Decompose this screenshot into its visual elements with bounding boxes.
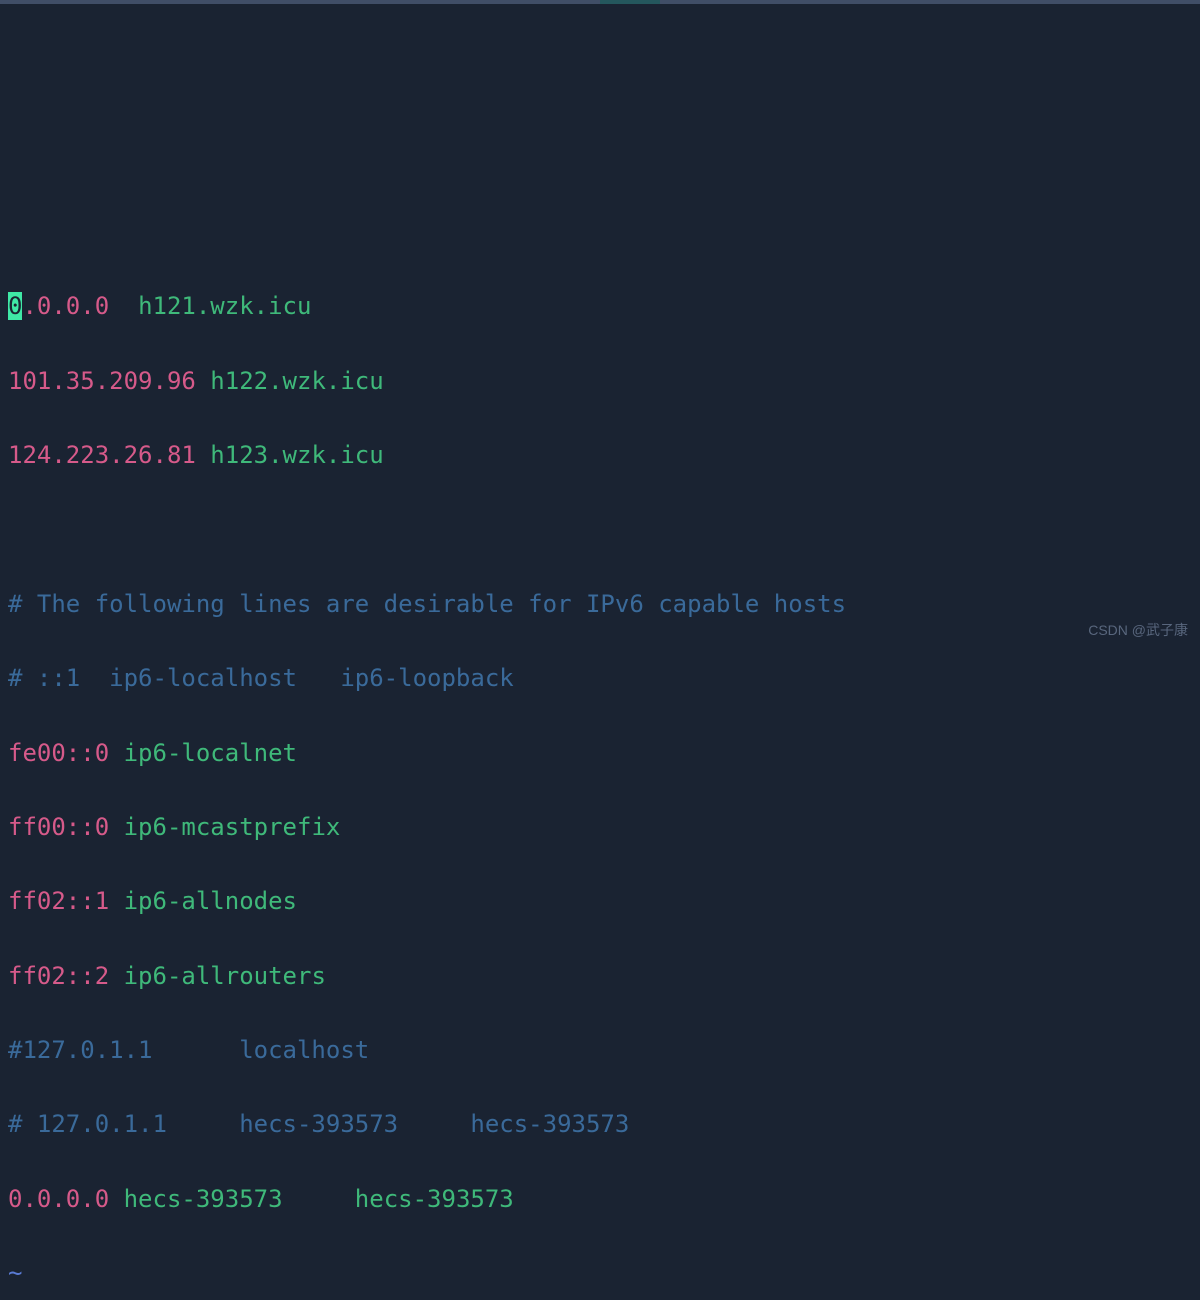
hostname: hecs-393573 hecs-393573 xyxy=(124,1185,514,1213)
hosts-line[interactable]: 0.0.0.0 hecs-393573 hecs-393573 xyxy=(8,1181,1192,1218)
comment-text: # 127.0.1.1 hecs-393573 hecs-393573 xyxy=(8,1110,629,1138)
window-title-bar xyxy=(0,0,1200,4)
hostname: ip6-allrouters xyxy=(124,962,326,990)
hosts-line[interactable]: 124.223.26.81 h123.wzk.icu xyxy=(8,437,1192,474)
comment-text: # The following lines are desirable for … xyxy=(8,590,846,618)
comment-line[interactable]: #127.0.1.1 localhost xyxy=(8,1032,1192,1069)
ip-address: 0.0.0.0 xyxy=(8,1185,109,1213)
editor-area[interactable]: 0.0.0.0 h121.wzk.icu 101.35.209.96 h122.… xyxy=(8,251,1192,1300)
hosts-line[interactable]: ff02::2 ip6-allrouters xyxy=(8,958,1192,995)
empty-line-tilde: ~ xyxy=(8,1255,1192,1292)
ip-address: ff02::1 xyxy=(8,887,109,915)
hosts-line[interactable]: 101.35.209.96 h122.wzk.icu xyxy=(8,363,1192,400)
hostname: ip6-allnodes xyxy=(124,887,297,915)
tilde-icon: ~ xyxy=(8,1259,22,1287)
comment-text: # ::1 ip6-localhost ip6-loopback xyxy=(8,664,514,692)
hosts-line[interactable]: ff02::1 ip6-allnodes xyxy=(8,883,1192,920)
ip-address: 101.35.209.96 xyxy=(8,367,196,395)
hostname: h123.wzk.icu xyxy=(210,441,383,469)
hosts-line[interactable]: 0.0.0.0 h121.wzk.icu xyxy=(8,288,1192,325)
watermark-text: CSDN @武子康 xyxy=(1088,620,1188,642)
hosts-line[interactable]: fe00::0 ip6-localnet xyxy=(8,735,1192,772)
ip-address: ff02::2 xyxy=(8,962,109,990)
cursor-block: 0 xyxy=(8,292,22,320)
blank-line[interactable] xyxy=(8,511,1192,548)
ip-address: fe00::0 xyxy=(8,739,109,767)
comment-text: #127.0.1.1 localhost xyxy=(8,1036,369,1064)
hostname: h121.wzk.icu xyxy=(138,292,311,320)
comment-line[interactable]: # The following lines are desirable for … xyxy=(8,586,1192,623)
comment-line[interactable]: # 127.0.1.1 hecs-393573 hecs-393573 xyxy=(8,1106,1192,1143)
ip-address: ff00::0 xyxy=(8,813,109,841)
comment-line[interactable]: # ::1 ip6-localhost ip6-loopback xyxy=(8,660,1192,697)
hosts-line[interactable]: ff00::0 ip6-mcastprefix xyxy=(8,809,1192,846)
ip-address: .0.0.0 xyxy=(22,292,109,320)
hostname: ip6-localnet xyxy=(124,739,297,767)
hostname: ip6-mcastprefix xyxy=(124,813,341,841)
hostname: h122.wzk.icu xyxy=(210,367,383,395)
ip-address: 124.223.26.81 xyxy=(8,441,196,469)
